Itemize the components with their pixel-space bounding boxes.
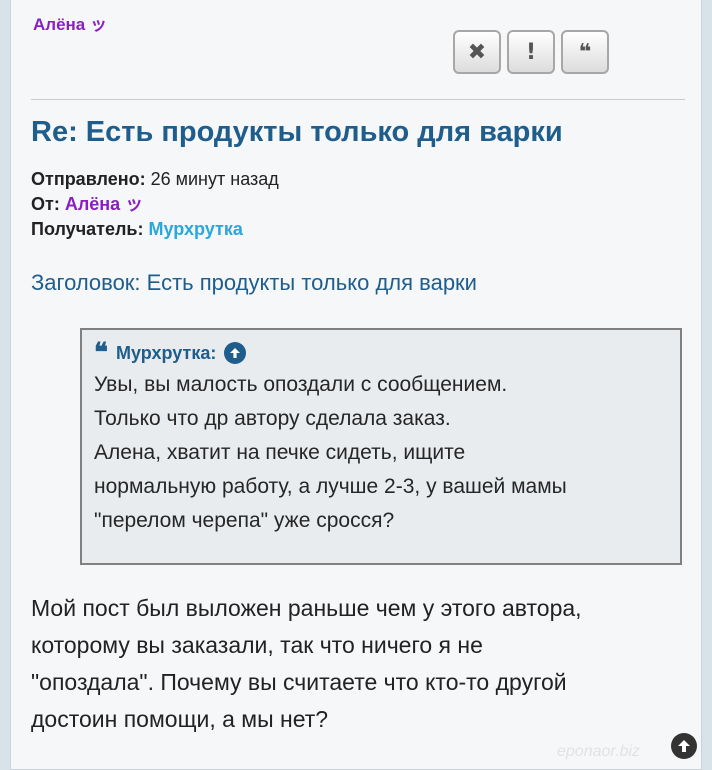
from-link[interactable]: Алёна ッ xyxy=(65,194,143,214)
body-line: достоин помощи, а мы нет? xyxy=(31,706,329,732)
post-title: Re: Есть продукты только для варки xyxy=(31,116,563,148)
sent-label: Отправлено: xyxy=(31,169,146,189)
quote-line: Увы, вы малость опоздали с сообщением. xyxy=(94,373,508,396)
delete-button[interactable]: ✖ xyxy=(453,30,501,74)
close-icon: ✖ xyxy=(467,39,487,65)
quote-mark-icon: ❝ xyxy=(94,338,108,368)
report-button[interactable]: ! xyxy=(507,30,555,74)
exclamation-icon: ! xyxy=(525,39,537,65)
quote-line: "перелом черепа" уже сросся? xyxy=(94,509,395,532)
arrow-up-icon xyxy=(678,740,690,752)
from-label: От: xyxy=(31,194,60,214)
watermark: eponaor.biz xyxy=(557,743,641,760)
body-line: Мой пост был выложен раньше чем у этого … xyxy=(31,595,582,621)
quote-header: ❝ Мурхрутка: xyxy=(94,338,666,368)
quote-block: ❝ Мурхрутка: Увы, вы малость опоздали с … xyxy=(80,328,682,565)
message-card: Алёна ッ ✖ ! ❝ Re: Есть продукты только д… xyxy=(10,0,702,770)
arrow-up-circle-icon[interactable] xyxy=(224,342,247,364)
quote-line: Только что др автору сделала заказ. xyxy=(94,407,451,430)
body-line: "опоздала". Почему вы считаете что кто-т… xyxy=(31,669,567,695)
author-name[interactable]: Алёна ッ xyxy=(33,10,107,35)
to-label: Получатель: xyxy=(31,219,144,239)
sent-row: Отправлено: 26 минут назад xyxy=(31,167,279,192)
subject-line: Заголовок: Есть продукты только для варк… xyxy=(31,270,477,295)
quote-line: нормальную работу, а лучше 2-3, у вашей … xyxy=(94,475,567,498)
quote-icon: ❝ xyxy=(578,39,592,65)
quote-line: Алена, хватит на печке сидеть, ищите xyxy=(94,441,466,464)
sent-value: 26 минут назад xyxy=(150,169,279,189)
scroll-top-button[interactable] xyxy=(671,733,697,759)
to-row: Получатель: Мурхрутка xyxy=(31,217,279,242)
quote-text: Увы, вы малость опоздали с сообщением. Т… xyxy=(94,368,666,538)
message-body: Мой пост был выложен раньше чем у этого … xyxy=(31,590,681,738)
divider xyxy=(31,99,685,100)
from-row: От: Алёна ッ xyxy=(31,192,279,217)
action-bar: ✖ ! ❝ xyxy=(453,30,609,74)
post-meta: Отправлено: 26 минут назад От: Алёна ッ П… xyxy=(31,167,279,242)
body-line: которому вы заказали, так что ничего я н… xyxy=(31,632,483,658)
quote-author[interactable]: Мурхрутка: xyxy=(116,343,216,364)
to-link[interactable]: Мурхрутка xyxy=(149,219,243,239)
quote-button[interactable]: ❝ xyxy=(561,30,609,74)
